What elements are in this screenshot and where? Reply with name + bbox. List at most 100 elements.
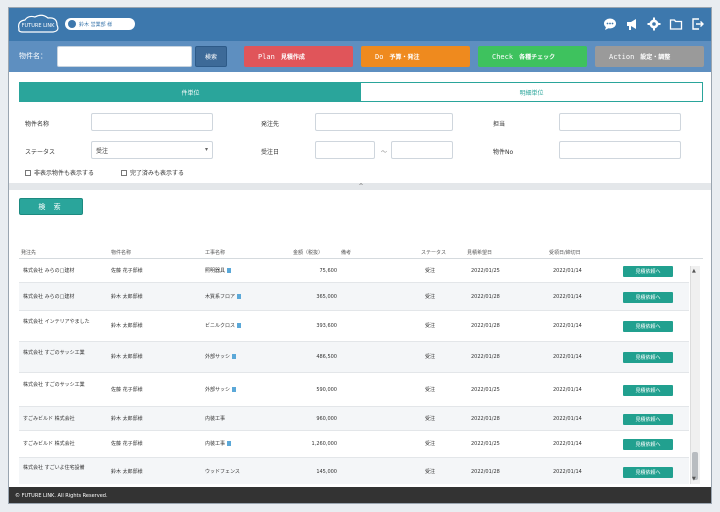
cell-amount: 960,000: [316, 416, 337, 422]
property-name-label: 物件名称: [25, 121, 50, 128]
top-header: FUTURE LINK 鈴木 営業部 様: [9, 8, 711, 41]
do-jp: 予算・発注: [389, 54, 420, 61]
estimate-request-button[interactable]: 見積依頼へ: [623, 321, 673, 332]
table-row[interactable]: 株式会社 みらの□建材 鈴木 太郎邸様 木質系フロア 365,000 受注 20…: [19, 283, 689, 311]
status-select[interactable]: 受注: [91, 141, 213, 159]
cell-estimate-date: 2022/01/28: [471, 294, 500, 300]
cell-supplier: 株式会社 みらの□建材: [23, 294, 75, 300]
person-label: 担当: [493, 121, 506, 128]
scroll-up-icon[interactable]: ▲: [692, 268, 696, 274]
check-button[interactable]: Check 各種チェック: [478, 46, 587, 67]
date-range-separator: 〜: [381, 149, 388, 156]
do-en: Do: [375, 52, 384, 61]
user-name: 鈴木 営業部 様: [79, 21, 113, 28]
cell-estimate-date: 2022/01/25: [471, 268, 500, 274]
cell-amount: 145,000: [316, 469, 337, 475]
cell-work-text: 外部サッシ: [205, 354, 231, 360]
table-row[interactable]: すごみビルド 株式会社 佐藤 花子邸様 内装工事 1,260,000 受注 20…: [19, 431, 689, 458]
table-row[interactable]: 株式会社 インテリアやました 鈴木 太郎邸様 ビニルクロス 393,600 受注…: [19, 311, 689, 342]
cell-supplier: すごみビルド 株式会社: [23, 441, 75, 447]
app-logo[interactable]: FUTURE LINK: [15, 13, 61, 35]
user-icon: [68, 20, 76, 28]
show-done-checkbox[interactable]: 完了済みも表示する: [121, 168, 184, 177]
order-date-label: 受注日: [261, 149, 280, 156]
megaphone-icon[interactable]: [625, 17, 639, 31]
file-icon[interactable]: [232, 354, 237, 359]
cell-supplier: すごみビルド 株式会社: [23, 416, 75, 422]
tab-per-detail[interactable]: 明細単位: [361, 83, 702, 101]
cell-status: 受注: [425, 354, 436, 360]
order-date-from[interactable]: [315, 141, 375, 159]
table-row[interactable]: 株式会社 すごのサッシ工業 鈴木 太郎邸様 外部サッシ 486,500 受注 2…: [19, 342, 689, 373]
estimate-request-button[interactable]: 見積依頼へ: [623, 467, 673, 478]
checkbox-box[interactable]: [121, 169, 127, 176]
cell-estimate-date: 2022/01/25: [471, 387, 500, 393]
table-row[interactable]: 株式会社 すごのサッシ工業 佐藤 花子邸様 外部サッシ 590,000 受注 2…: [19, 373, 689, 407]
estimate-request-button[interactable]: 見積依頼へ: [623, 292, 673, 303]
run-search-button[interactable]: 検 索: [19, 198, 83, 215]
search-button[interactable]: 検索: [195, 46, 227, 67]
cell-status: 受注: [425, 268, 436, 274]
file-icon[interactable]: [227, 441, 232, 446]
cell-work-text: 外部サッシ: [205, 387, 231, 393]
search-strip: 物件名： 検索 Plan 見積作成 Do 予算・発注 Check 各種チェック …: [9, 41, 711, 72]
cell-estimate-date: 2022/01/28: [471, 323, 500, 329]
file-icon[interactable]: [237, 323, 242, 328]
copyright-text: © FUTURE LINK. All Rights Reserved.: [15, 493, 108, 499]
search-input[interactable]: [57, 46, 192, 67]
folder-icon[interactable]: [669, 17, 683, 31]
cell-amount: 1,260,000: [311, 441, 337, 447]
table-row[interactable]: 株式会社 みらの□建材 佐藤 花子邸様 照明器具 75,600 受注 2022/…: [19, 260, 689, 283]
cell-work: 木質系フロア: [205, 294, 242, 301]
col-estimate-date: 見積希望日: [467, 250, 493, 256]
table-row[interactable]: 株式会社 すごいよ住宅設備 鈴木 太郎邸様 ウッドフェンス 145,000 受注…: [19, 458, 689, 484]
action-jp: 設定・調整: [640, 54, 671, 61]
footer: © FUTURE LINK. All Rights Reserved.: [9, 487, 711, 503]
plan-en: Plan: [258, 52, 275, 61]
cell-property: 佐藤 花子邸様: [111, 268, 143, 274]
cell-property: 鈴木 太郎邸様: [111, 354, 143, 360]
collapse-toggle[interactable]: ^: [9, 183, 711, 190]
estimate-request-button[interactable]: 見積依頼へ: [623, 266, 673, 277]
scroll-down-icon[interactable]: ▼: [692, 476, 696, 482]
cell-property: 佐藤 花子邸様: [111, 441, 143, 447]
cell-estimate-date: 2022/01/28: [471, 354, 500, 360]
cell-work-text: ビニルクロス: [205, 323, 236, 329]
tab-per-item[interactable]: 件単位: [20, 83, 361, 101]
person-input[interactable]: [559, 113, 681, 131]
property-name-input[interactable]: [91, 113, 213, 131]
show-hidden-checkbox[interactable]: 非表示物件も表示する: [25, 168, 94, 177]
gear-icon[interactable]: [647, 17, 661, 31]
estimate-request-button[interactable]: 見積依頼へ: [623, 352, 673, 363]
checkbox-box[interactable]: [25, 169, 31, 176]
col-note: 備考: [341, 250, 352, 256]
plan-button[interactable]: Plan 見積作成: [244, 46, 353, 67]
order-date-to[interactable]: [391, 141, 453, 159]
file-icon[interactable]: [227, 268, 232, 273]
user-badge[interactable]: 鈴木 営業部 様: [65, 18, 135, 30]
table-row[interactable]: すごみビルド 株式会社 鈴木 太郎邸様 内装工事 960,000 受注 2022…: [19, 407, 689, 431]
col-receipt-date: 受領日/締切日: [549, 250, 581, 256]
chat-icon[interactable]: [603, 17, 617, 31]
cell-status: 受注: [425, 441, 436, 447]
cell-property: 鈴木 太郎邸様: [111, 323, 143, 329]
estimate-request-button[interactable]: 見積依頼へ: [623, 385, 673, 396]
view-tabs: 件単位 明細単位: [19, 82, 703, 102]
file-icon[interactable]: [232, 387, 237, 392]
estimate-request-button[interactable]: 見積依頼へ: [623, 414, 673, 425]
estimate-request-button[interactable]: 見積依頼へ: [623, 439, 673, 450]
property-no-input[interactable]: [559, 141, 681, 159]
cell-status: 受注: [425, 387, 436, 393]
cell-amount: 75,600: [319, 268, 338, 274]
cell-estimate-date: 2022/01/28: [471, 416, 500, 422]
cell-supplier: 株式会社 インテリアやました: [23, 319, 90, 325]
show-done-label: 完了済みも表示する: [130, 170, 185, 177]
cell-supplier: 株式会社 すごのサッシ工業: [23, 382, 85, 388]
cell-work: ウッドフェンス: [205, 469, 240, 475]
action-button[interactable]: Action 設定・調整: [595, 46, 704, 67]
cell-supplier: 株式会社 すごいよ住宅設備: [23, 465, 85, 471]
logout-icon[interactable]: [691, 17, 705, 31]
order-from-input[interactable]: [315, 113, 453, 131]
do-button[interactable]: Do 予算・発注: [361, 46, 470, 67]
file-icon[interactable]: [237, 294, 242, 299]
